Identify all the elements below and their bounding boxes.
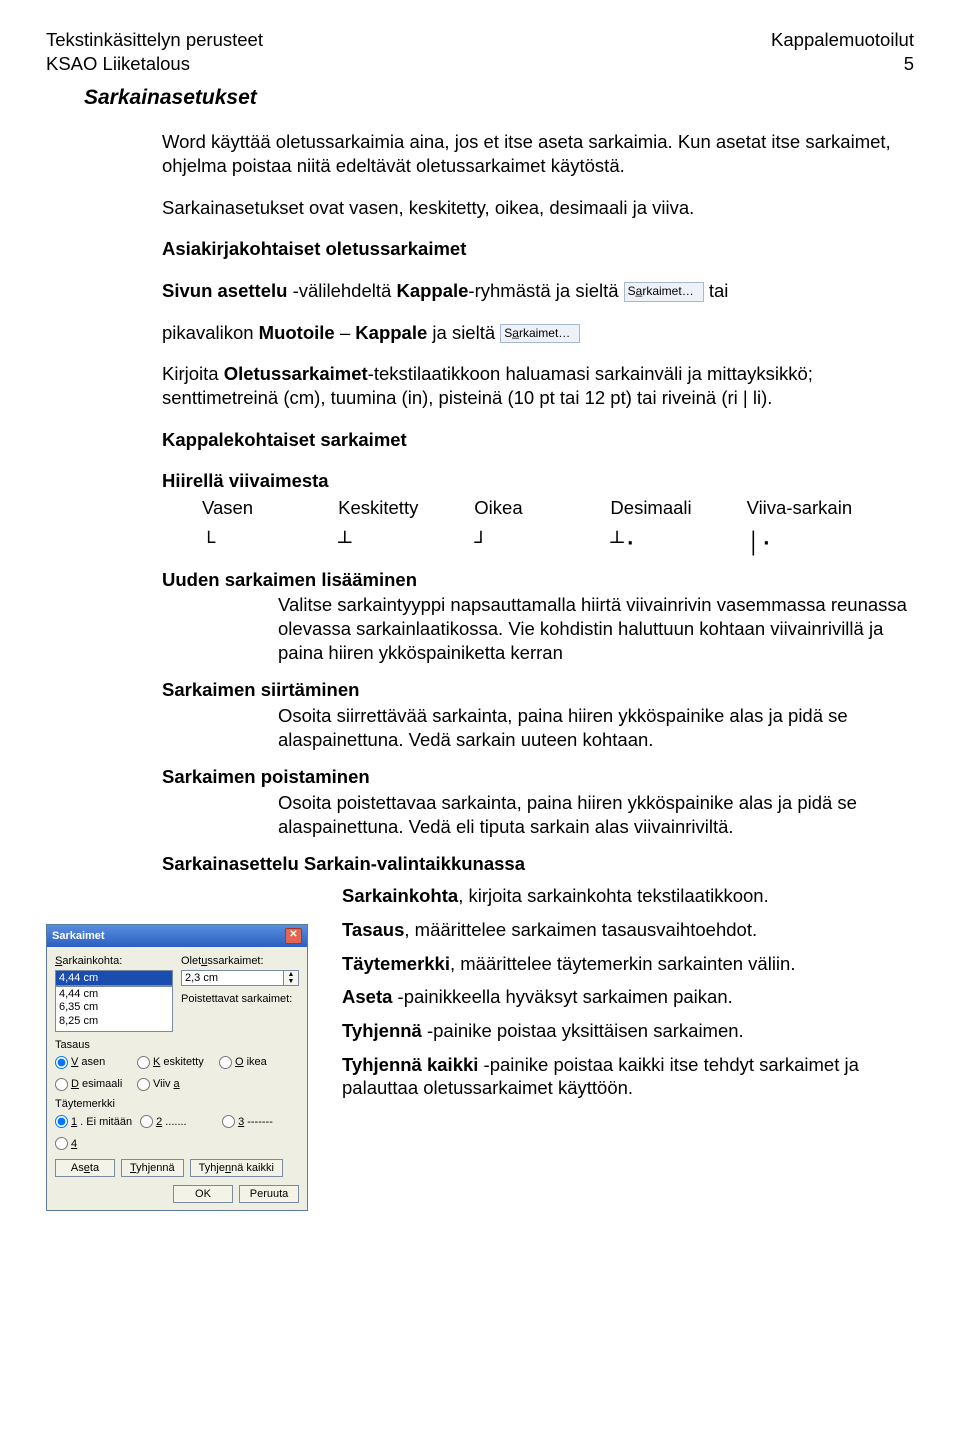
line-page-layout: Sivun asettelu -välilehdeltä Kappale-ryh… (162, 279, 910, 303)
chevron-up-icon[interactable]: ▲ (284, 971, 298, 978)
tabs-button-inline-1[interactable]: Sa̲rkaimet… (624, 282, 704, 301)
radio-align-decimal[interactable]: Desimaali (55, 1077, 129, 1091)
set-button[interactable]: Aseta (55, 1159, 115, 1177)
list-item[interactable]: 8,25 cm (59, 1015, 169, 1028)
radio-align-center[interactable]: Keskitetty (137, 1055, 211, 1069)
list-item[interactable]: 4,44 cm (59, 988, 169, 1001)
list-item: Tasaus, määrittelee sarkaimen tasausvaih… (342, 918, 910, 942)
list-item: Tyhjennä -painike poistaa yksittäisen sa… (342, 1019, 910, 1043)
group-leader: Täytemerkki (55, 1097, 299, 1111)
radio-align-right[interactable]: Oikea (219, 1055, 293, 1069)
paragraph-write-defaults: Kirjoita Oletussarkaimet-tekstilaatikkoo… (162, 362, 910, 409)
radio-align-bar[interactable]: Viiva (137, 1077, 211, 1091)
ok-button[interactable]: OK (173, 1185, 233, 1203)
tab-position-list[interactable]: 4,44 cm 6,35 cm 8,25 cm (55, 986, 173, 1032)
text-move-tab: Osoita siirrettävää sarkainta, paina hii… (278, 704, 910, 751)
chevron-down-icon[interactable]: ▼ (284, 978, 298, 985)
tab-type-label: Vasen (202, 496, 327, 520)
tab-type-header-row: Vasen Keskitetty Oikea Desimaali Viiva-s… (202, 496, 910, 520)
label-page-layout: Sivun asettelu (162, 280, 287, 301)
tab-position-field[interactable] (55, 970, 173, 986)
heading-delete-tab: Sarkaimen poistaminen (162, 765, 910, 789)
header-right-2: 5 (771, 52, 914, 76)
heading-dialog-tabs: Sarkainasettelu Sarkain-valintaikkunassa (162, 852, 910, 876)
line-quick-menu: pikavalikon Muotoile – Kappale ja sieltä… (162, 321, 910, 345)
heading-ruler: Hiirellä viivaimesta (162, 469, 910, 493)
page-header: Tekstinkäsittelyn perusteet KSAO Liiketa… (46, 28, 914, 75)
tab-type-label: Viiva-sarkain (747, 496, 872, 520)
label-format: Muotoile (259, 322, 335, 343)
header-left-1: Tekstinkäsittelyn perusteet (46, 28, 263, 52)
tab-type-label: Desimaali (610, 496, 735, 520)
label-or: tai (709, 280, 729, 301)
cancel-button[interactable]: Peruuta (239, 1185, 299, 1203)
decimal-tab-icon: ┴· (610, 530, 735, 558)
dialog-title: Sarkaimet (52, 929, 105, 943)
header-right-1: Kappalemuotoilut (771, 28, 914, 52)
clear-button[interactable]: Tyhjennä (121, 1159, 184, 1177)
group-alignment: Tasaus (55, 1038, 299, 1052)
label-default-tabs-field: Oletussarkaimet: (181, 954, 299, 968)
list-item: Aseta -painikkeella hyväksyt sarkaimen p… (342, 985, 910, 1009)
list-item: Täytemerkki, määrittelee täytemerkin sar… (342, 952, 910, 976)
tab-type-label: Keskitetty (338, 496, 463, 520)
text-add-tab: Valitse sarkaintyyppi napsauttamalla hii… (278, 593, 910, 664)
label-paragraph: Kappale (396, 280, 468, 301)
label-tab-position: Sarkainkohta: (55, 954, 173, 968)
page-title: Sarkainasetukset (84, 85, 914, 112)
heading-add-tab: Uuden sarkaimen lisääminen (162, 568, 910, 592)
spinner-arrows[interactable]: ▲▼ (284, 970, 299, 986)
default-tabs-field[interactable] (181, 970, 284, 986)
right-tab-icon: ┘ (474, 530, 599, 558)
label-tabs-to-remove: Poistettavat sarkaimet: (181, 992, 299, 1006)
heading-default-tabs: Asiakirjakohtaiset oletussarkaimet (162, 237, 910, 261)
radio-leader-dashes[interactable]: 3 ------- (222, 1115, 296, 1129)
list-item[interactable]: 6,35 cm (59, 1001, 169, 1014)
label-default-tabs: Oletussarkaimet (224, 363, 368, 384)
clear-all-button[interactable]: Tyhjennä kaikki (190, 1159, 283, 1177)
radio-leader-none[interactable]: 1. Ei mitään (55, 1115, 132, 1129)
radio-leader-underline[interactable]: 4 (55, 1137, 129, 1151)
tabs-dialog: Sarkaimet ✕ Sarkainkohta: 4,44 cm 6,35 c… (46, 924, 308, 1211)
heading-move-tab: Sarkaimen siirtäminen (162, 678, 910, 702)
bar-tab-icon: │· (747, 530, 872, 558)
dialog-titlebar: Sarkaimet ✕ (47, 925, 307, 947)
center-tab-icon: ┴ (338, 530, 463, 558)
list-item: Sarkainkohta, kirjoita sarkainkohta teks… (342, 884, 910, 908)
tab-type-label: Oikea (474, 496, 599, 520)
close-icon[interactable]: ✕ (285, 928, 302, 944)
radio-align-left[interactable]: Vasen (55, 1055, 129, 1069)
header-left-2: KSAO Liiketalous (46, 52, 263, 76)
label-paragraph-2: Kappale (355, 322, 427, 343)
intro-paragraph-2: Sarkainasetukset ovat vasen, keskitetty,… (162, 196, 910, 220)
left-tab-icon: └ (202, 530, 327, 558)
heading-paragraph-tabs: Kappalekohtaiset sarkaimet (162, 428, 910, 452)
text-delete-tab: Osoita poistettavaa sarkainta, paina hii… (278, 791, 910, 838)
tab-type-glyph-row: └ ┴ ┘ ┴· │· (202, 530, 910, 558)
tabs-button-inline-2[interactable]: Sa̲rkaimet… (500, 324, 580, 343)
radio-leader-dots[interactable]: 2 ....... (140, 1115, 214, 1129)
intro-paragraph-1: Word käyttää oletussarkaimia aina, jos e… (162, 130, 910, 177)
list-item: Tyhjennä kaikki -painike poistaa kaikki … (342, 1053, 910, 1100)
